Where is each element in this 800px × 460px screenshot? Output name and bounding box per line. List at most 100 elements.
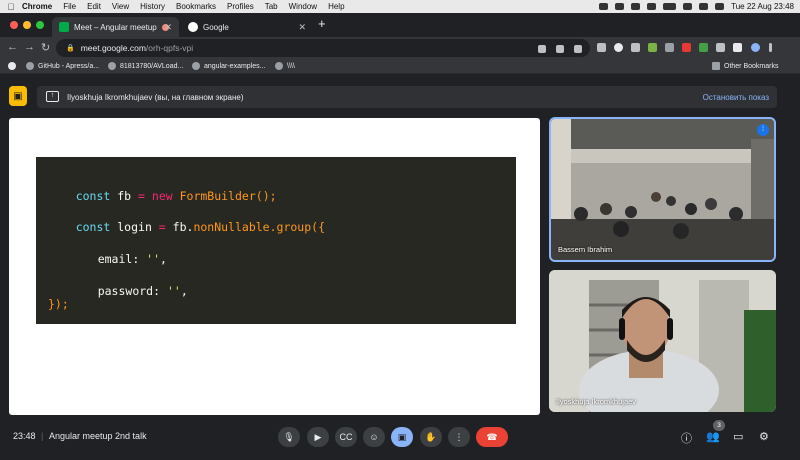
reload-icon[interactable]: ↻ <box>41 41 50 54</box>
activities-icon[interactable]: ⚙ <box>759 430 769 443</box>
extension-icon[interactable] <box>631 43 640 52</box>
menu-edit[interactable]: Edit <box>87 2 101 11</box>
kebab-menu-icon[interactable] <box>769 43 772 52</box>
people-icon[interactable]: 👥 <box>706 430 720 443</box>
stop-presenting-button[interactable]: Остановить показ <box>703 93 769 102</box>
extension-icon[interactable] <box>699 43 708 52</box>
extension-icon[interactable] <box>648 43 657 52</box>
presentation-indicator-icon[interactable]: ▣ <box>9 86 27 106</box>
participant-tile[interactable]: Ilyoskhuja Ikromkhujaev <box>549 270 776 412</box>
forward-arrow-icon[interactable]: → <box>24 41 35 53</box>
captions-icon: CC <box>339 432 353 442</box>
phone-hangup-icon: ☎ <box>486 431 498 442</box>
meeting-title: Angular meetup 2nd talk <box>49 431 147 441</box>
url-host: meet.google.com <box>80 43 146 53</box>
code-line-4: password: '', <box>97 284 188 298</box>
menu-file[interactable]: File <box>63 2 76 11</box>
tab-close-icon[interactable]: ✕ <box>164 22 172 33</box>
bookmark-star-icon[interactable] <box>574 45 582 53</box>
menu-history[interactable]: History <box>140 2 165 11</box>
menu-bookmarks[interactable]: Bookmarks <box>176 2 216 11</box>
folder-icon <box>712 62 720 70</box>
wifi-icon[interactable] <box>683 3 693 10</box>
address-bar[interactable]: 🔒 meet.google.com/orh-qpfs-vpi <box>56 39 590 57</box>
more-options-button[interactable]: ⋮ <box>448 427 470 447</box>
reactions-button[interactable]: ☺ <box>363 427 385 447</box>
menu-window[interactable]: Window <box>289 2 317 11</box>
bookmark-item[interactable]: 81813780/AVLoad... <box>108 62 183 70</box>
menu-help[interactable]: Help <box>328 2 344 11</box>
status-app-icon[interactable] <box>599 3 609 10</box>
github-icon <box>192 62 200 70</box>
meeting-details-icon[interactable]: ⓘ <box>681 430 692 446</box>
emoji-icon: ☺ <box>369 432 379 442</box>
window-minimize-button[interactable] <box>23 21 31 29</box>
bookmark-item[interactable]: GitHub - Apress/a... <box>26 62 99 70</box>
window-zoom-button[interactable] <box>36 21 44 29</box>
menu-view[interactable]: View <box>112 2 129 11</box>
search-icon[interactable] <box>699 3 709 10</box>
status-app-icon[interactable] <box>647 3 657 10</box>
code-snippet: const fb = new FormBuilder(); const logi… <box>36 157 516 324</box>
microphone-button[interactable]: 🎙 <box>278 427 300 447</box>
presenting-banner-text: Ilyoskhuja Ikromkhujaev (вы, на главном … <box>67 92 244 102</box>
more-vert-icon: ⋮ <box>454 431 464 442</box>
menubar-status-area: Tue 22 Aug 23:48 <box>599 0 794 13</box>
menu-profiles[interactable]: Profiles <box>227 2 254 11</box>
google-favicon-icon <box>188 22 198 32</box>
extension-icon[interactable] <box>665 43 674 52</box>
extension-icon[interactable] <box>597 43 606 52</box>
github-icon <box>26 62 34 70</box>
captions-button[interactable]: CC <box>335 427 357 447</box>
apple-menu-icon[interactable]:  <box>0 2 22 12</box>
self-video-feed <box>549 270 776 412</box>
present-screen-icon: ▣ <box>397 431 407 442</box>
divider: | <box>41 431 44 441</box>
bookmark-item[interactable]: angular-examples... <box>192 62 265 70</box>
share-icon[interactable] <box>556 45 564 53</box>
chrome-toolbar: ← → ↻ 🔒 meet.google.com/orh-qpfs-vpi <box>0 37 800 59</box>
extension-icon[interactable] <box>614 43 623 52</box>
camera-in-use-icon[interactable] <box>538 45 546 53</box>
raise-hand-button[interactable]: ✋ <box>420 427 442 447</box>
tab-title: Google <box>203 22 229 32</box>
participant-name: Ilyoskhuja Ikromkhujaev <box>556 397 637 406</box>
participant-tile[interactable]: ⁞ Bassem Ibrahim <box>549 117 776 262</box>
other-bookmarks[interactable]: Other Bookmarks <box>712 62 778 70</box>
status-app-icon[interactable] <box>631 3 641 10</box>
profile-avatar-icon[interactable] <box>751 43 760 52</box>
side-panel-icon[interactable] <box>733 43 742 52</box>
menubar-clock[interactable]: Tue 22 Aug 23:48 <box>731 2 794 11</box>
microphone-icon: 🎙 <box>283 431 295 442</box>
present-now-button[interactable]: ▣ <box>391 427 413 447</box>
window-close-button[interactable] <box>10 21 18 29</box>
hand-icon: ✋ <box>425 431 437 442</box>
extension-icon[interactable] <box>682 43 691 52</box>
leave-call-button[interactable]: ☎ <box>476 427 508 447</box>
tab-close-icon[interactable]: ✕ <box>298 22 306 33</box>
puzzle-extensions-icon[interactable] <box>716 43 725 52</box>
tab-google[interactable]: Google ✕ <box>181 17 313 37</box>
tab-title: Meet – Angular meetup 2nd <box>74 22 158 32</box>
status-app-icon[interactable] <box>615 3 625 10</box>
code-line-5: }); <box>48 297 69 311</box>
chat-icon[interactable]: ▭ <box>733 430 743 443</box>
meet-favicon-icon <box>59 22 69 32</box>
control-center-icon[interactable] <box>715 3 725 10</box>
screen-share-icon: ↑ <box>46 91 59 102</box>
participant-name: Bassem Ibrahim <box>558 245 613 254</box>
chrome-tab-strip: Meet – Angular meetup 2nd ✕ Google ✕ + <box>0 13 800 37</box>
battery-icon[interactable] <box>663 3 677 10</box>
new-tab-icon[interactable]: + <box>318 16 326 31</box>
back-arrow-icon[interactable]: ← <box>7 41 18 53</box>
people-count-badge: 3 <box>713 420 725 431</box>
camera-button[interactable]: ▶ <box>307 427 329 447</box>
apps-icon[interactable] <box>8 62 20 70</box>
menu-chrome[interactable]: Chrome <box>22 2 52 11</box>
url-path: /orh-qpfs-vpi <box>145 43 194 53</box>
menu-tab[interactable]: Tab <box>265 2 278 11</box>
room-video-feed <box>551 119 774 260</box>
lock-icon[interactable]: 🔒 <box>66 44 75 52</box>
bookmark-item[interactable]: \\\\ <box>275 62 295 70</box>
tab-meet[interactable]: Meet – Angular meetup 2nd ✕ <box>52 17 179 37</box>
